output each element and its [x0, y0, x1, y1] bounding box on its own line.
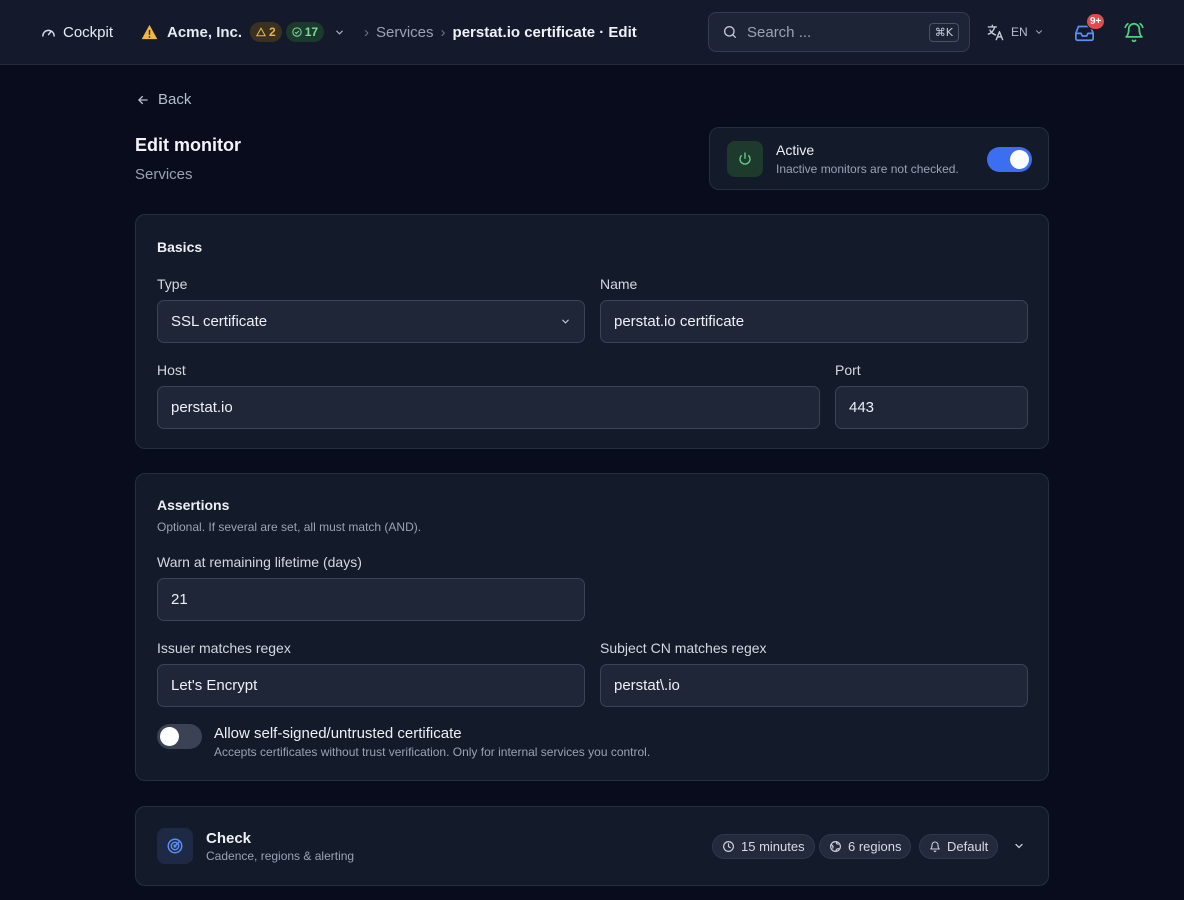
type-select[interactable]: SSL certificate	[157, 300, 585, 343]
bell-ringing-icon	[1123, 22, 1145, 43]
power-icon	[727, 141, 763, 177]
warning-count: 2	[269, 25, 276, 39]
warning-icon	[256, 27, 267, 37]
language-code: EN	[1011, 25, 1028, 39]
active-toggle[interactable]	[987, 147, 1032, 172]
cadence-chip: 15 minutes	[712, 834, 815, 859]
issuer-regex-input[interactable]: Let's Encrypt	[157, 664, 585, 707]
warn-days-input[interactable]: 21	[157, 578, 585, 621]
app-name: Cockpit	[63, 23, 114, 41]
org-name: Acme, Inc.	[167, 23, 243, 41]
breadcrumb: › Services › perstat.io certificate · Ed…	[364, 22, 637, 42]
assertions-section: Assertions Optional. If several are set,…	[135, 473, 1049, 781]
check-circle-icon	[292, 27, 302, 37]
host-input[interactable]: perstat.io	[157, 386, 820, 429]
port-label: Port	[835, 362, 861, 378]
alerts-button[interactable]	[1123, 21, 1145, 43]
alerting-chip: Default	[919, 834, 999, 859]
chevron-down-icon[interactable]	[334, 27, 345, 38]
regions-chip: 6 regions	[819, 834, 912, 859]
search-input[interactable]: Search ... ⌘K	[708, 12, 970, 52]
translate-icon	[986, 23, 1005, 42]
language-switcher[interactable]: EN	[986, 21, 1044, 43]
alerting-value: Default	[947, 839, 989, 854]
check-description: Cadence, regions & alerting	[206, 849, 355, 863]
chevron-down-icon[interactable]	[1013, 840, 1025, 852]
active-description: Inactive monitors are not checked.	[776, 162, 959, 176]
breadcrumb-separator: ›	[440, 23, 446, 41]
name-label: Name	[600, 276, 638, 292]
chevron-down-icon	[560, 316, 571, 327]
port-input[interactable]: 443	[835, 386, 1028, 429]
host-value: perstat.io	[171, 399, 233, 416]
page-subtitle: Services	[135, 166, 193, 183]
search-shortcut: ⌘K	[928, 22, 959, 42]
toggle-knob	[1010, 150, 1029, 169]
warn-days-value: 21	[171, 591, 188, 608]
active-status-card: Active Inactive monitors are not checked…	[709, 127, 1049, 190]
ok-count: 17	[304, 25, 319, 39]
breadcrumb-services[interactable]: Services	[376, 24, 434, 41]
self-signed-title: Allow self-signed/untrusted certificate	[214, 725, 462, 742]
subject-label: Subject CN matches regex	[600, 640, 767, 656]
assertions-title: Assertions	[157, 497, 230, 513]
self-signed-description: Accepts certificates without trust verif…	[214, 745, 651, 759]
inbox-count-badge: 9+	[1086, 13, 1106, 30]
top-bar: Cockpit Acme, Inc. 2 17 › Services › per…	[0, 0, 1184, 65]
subject-value: perstat\.io	[614, 677, 680, 694]
regions-value: 6 regions	[848, 839, 902, 854]
ok-count-badge[interactable]: 17	[285, 22, 325, 42]
host-label: Host	[157, 362, 186, 378]
radar-icon	[157, 828, 193, 864]
arrow-left-icon	[136, 93, 150, 107]
clock-icon	[722, 840, 735, 853]
search-placeholder: Search ...	[747, 23, 812, 41]
warn-days-label: Warn at remaining lifetime (days)	[157, 554, 362, 570]
breadcrumb-separator: ›	[364, 23, 369, 41]
globe-icon	[829, 840, 842, 853]
warning-triangle-icon	[141, 24, 158, 40]
basics-section: Basics Type SSL certificate Name perstat…	[135, 214, 1049, 449]
basics-title: Basics	[157, 239, 203, 255]
breadcrumb-current: perstat.io certificate · Edit	[452, 23, 637, 41]
self-signed-toggle[interactable]	[157, 724, 202, 749]
subject-regex-input[interactable]: perstat\.io	[600, 664, 1028, 707]
org-switcher[interactable]: Acme, Inc. 2 17	[141, 21, 345, 43]
name-value: perstat.io certificate	[614, 313, 745, 330]
back-link[interactable]: Back	[136, 91, 191, 108]
page-title: Edit monitor	[135, 135, 241, 155]
check-section[interactable]: Check Cadence, regions & alerting 15 min…	[135, 806, 1049, 886]
chevron-down-icon	[1034, 27, 1044, 37]
type-value: SSL certificate	[171, 313, 268, 330]
warning-count-badge[interactable]: 2	[250, 22, 282, 42]
assertions-description: Optional. If several are set, all must m…	[157, 520, 422, 534]
type-label: Type	[157, 276, 188, 292]
cadence-value: 15 minutes	[741, 839, 805, 854]
issuer-label: Issuer matches regex	[157, 640, 291, 656]
back-label: Back	[158, 91, 192, 108]
search-icon	[722, 24, 738, 40]
bell-icon	[929, 840, 941, 853]
issuer-value: Let's Encrypt	[171, 677, 258, 694]
active-title: Active	[776, 142, 815, 158]
port-value: 443	[849, 399, 875, 416]
app-home-link[interactable]: Cockpit	[40, 22, 113, 42]
toggle-knob	[160, 727, 179, 746]
check-title: Check	[206, 830, 252, 847]
name-input[interactable]: perstat.io certificate	[600, 300, 1028, 343]
gauge-icon	[40, 24, 57, 41]
